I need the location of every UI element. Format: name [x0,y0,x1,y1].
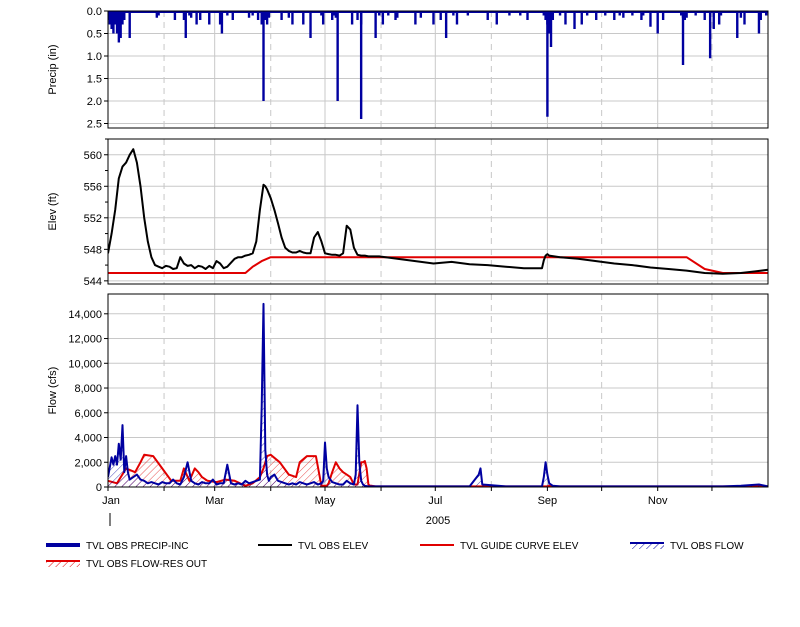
precip-bar [455,11,459,25]
y-tick-label: 1.5 [87,74,102,86]
precip-bar [359,11,363,119]
x-tick-label: Sep [538,495,558,507]
precip-bar [381,11,385,25]
precip-bar [712,11,715,29]
precip-bar [195,11,198,25]
y-tick-label: 548 [84,244,102,256]
precip-bar [262,11,265,101]
legend-item: TVL OBS PRECIP-INC [46,541,188,552]
precip-bar [546,11,549,117]
precip-bar [656,11,659,34]
precip-series [108,11,768,119]
y-tick-label: 556 [84,181,102,193]
y-tick-label: 552 [84,213,102,225]
y-tick-label: 2,000 [74,457,102,469]
precip-bar [336,11,339,101]
y-axis-label: Precip (in) [47,44,59,94]
precip-bar [291,11,294,25]
y-tick-label: 1.0 [87,51,102,63]
res-out-line [108,453,768,487]
hydrograph-chart: 0.0 0.5 1.0 1.5 2.0 2.5 Precip (in) 544 548 552 55… [46,6,769,570]
precip-bar [350,11,354,25]
y-tick-label: 10,000 [68,358,102,370]
precip-bar [736,11,739,38]
y-tick-label: 0.5 [87,29,102,41]
obs-flow-line [108,302,768,487]
legend-item: TVL OBS FLOW-RES OUT [46,559,207,570]
precip-bar [573,11,576,29]
legend-item: TVL OBS ELEV [258,541,369,552]
legend: TVL OBS PRECIP-INC TVL OBS ELEV TVL GUIDE … [46,541,744,570]
precip-bar [208,11,211,25]
y-tick-label: 2.5 [87,119,102,131]
x-year-label: 2005 [426,515,450,527]
precip-bar [564,11,567,25]
precip-bar [432,11,435,25]
precip-bar [220,11,224,34]
y-tick-label: 560 [84,150,102,162]
x-tick-label: Jan [102,495,120,507]
precip-bar [128,11,131,38]
y-tick-label: 8,000 [74,383,102,395]
grid-layer [107,10,768,488]
precip-bar [414,11,417,25]
legend-label: TVL OBS PRECIP-INC [86,541,188,552]
obs-elev-line [108,148,768,275]
x-tick-label: Nov [648,495,668,507]
y-tick-label: 2.0 [87,96,102,108]
precip-bar [743,11,746,25]
precip-bar [681,11,685,65]
precip-bar [495,11,498,25]
panel-frame [107,293,769,488]
res-out-area [108,454,768,487]
panel-frame [107,10,769,129]
legend-label: TVL OBS FLOW-RES OUT [86,559,207,570]
precip-bar [374,11,377,38]
guide-curve-line [108,256,768,274]
precip-bar [708,11,712,59]
y-tick-label: 0 [96,482,102,494]
precip-bar [444,11,448,38]
y-tick-label: 0.0 [87,6,102,18]
legend-label: TVL OBS ELEV [298,541,369,552]
y-tick-label: 14,000 [68,309,102,321]
precip-bar [184,11,187,38]
x-tick-label: Jul [428,495,442,507]
x-tick-label: Mar [205,495,224,507]
elev-series-group [108,148,768,275]
legend-label: TVL OBS FLOW [670,541,744,552]
precip-bar [321,11,325,25]
obs-flow-area [108,303,768,487]
y-axis-label: Elev (ft) [47,193,59,231]
y-tick-label: 12,000 [68,334,102,346]
x-tick-label: May [315,495,336,507]
flow-series-group [108,302,768,487]
precip-bar [649,11,652,27]
y-tick-label: 544 [84,276,102,288]
precip-bar [580,11,583,25]
legend-item: TVL GUIDE CURVE ELEV [420,541,579,552]
legend-item: TVL OBS FLOW [630,541,744,552]
y-tick-label: 4,000 [74,433,102,445]
legend-label: TVL GUIDE CURVE ELEV [460,541,579,552]
precip-bar [309,11,312,38]
y-axis-label: Flow (cfs) [47,367,59,415]
y-tick-label: 6,000 [74,408,102,420]
precip-bar [302,11,305,25]
